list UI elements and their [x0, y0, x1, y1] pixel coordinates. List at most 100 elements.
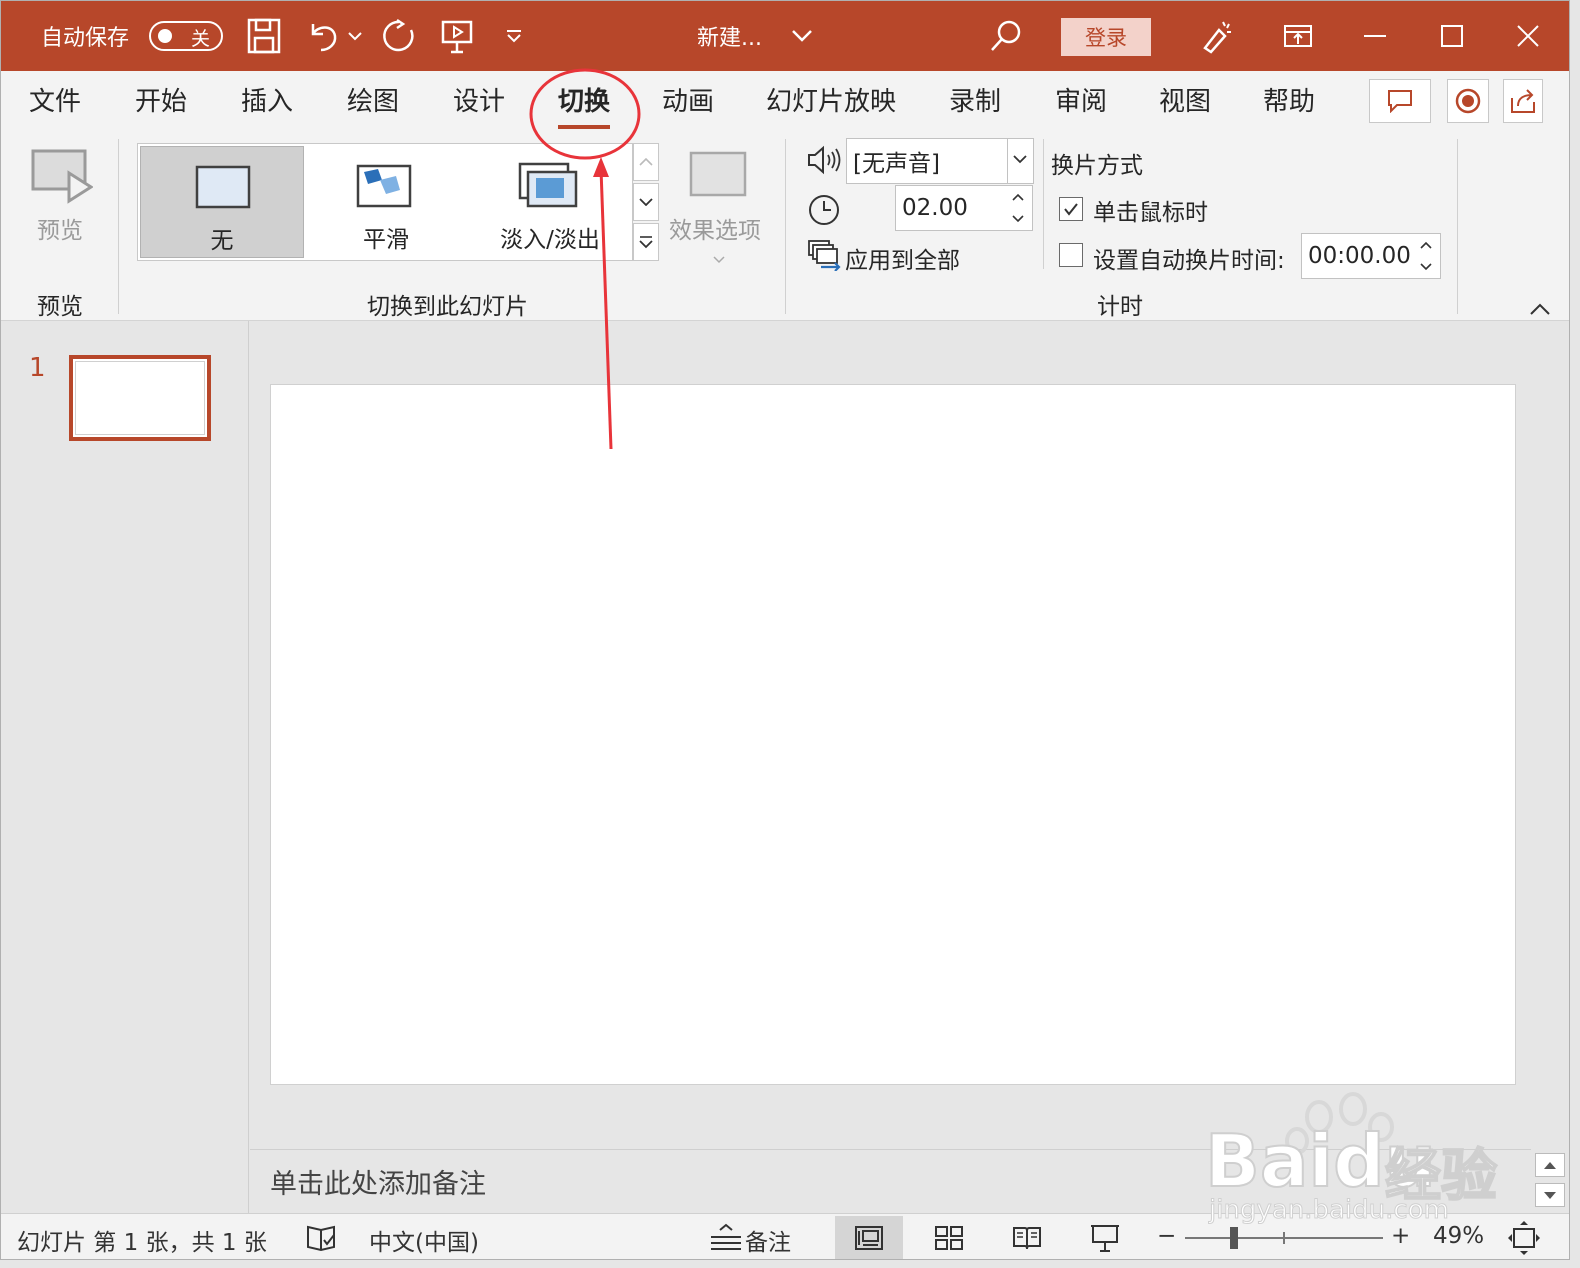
tab-slideshow[interactable]: 幻灯片放映	[766, 81, 896, 121]
after-time-label: 设置自动换片时间:	[1093, 248, 1285, 274]
transition-none[interactable]: 无	[140, 146, 304, 258]
duration-field[interactable]: 02.00	[895, 185, 1033, 231]
preview-group-label: 预览	[37, 294, 83, 320]
zoom-in-button[interactable]: +	[1391, 1223, 1410, 1249]
duration-value: 02.00	[902, 195, 968, 221]
chevron-up-icon	[639, 158, 653, 166]
zoom-level[interactable]: 49%	[1433, 1223, 1484, 1249]
notes-button[interactable]: 备注	[745, 1223, 791, 1257]
gallery-expand[interactable]	[633, 223, 659, 261]
zoom-out-button[interactable]: −	[1157, 1223, 1176, 1249]
present-icon[interactable]	[439, 1, 475, 71]
transition-morph-label: 平滑	[363, 227, 409, 253]
normal-view-icon	[855, 1226, 883, 1250]
gallery-scroll-down[interactable]	[633, 183, 659, 221]
tab-draw[interactable]: 绘图	[347, 81, 399, 121]
gallery-scroll-up[interactable]	[633, 143, 659, 181]
record-button[interactable]	[1447, 79, 1489, 123]
morph-icon	[356, 164, 412, 208]
document-title[interactable]: 新建...	[697, 1, 762, 71]
customize-qat-icon[interactable]	[505, 1, 523, 71]
fit-to-window-icon[interactable]	[1507, 1220, 1541, 1259]
undo-icon[interactable]	[305, 1, 341, 71]
on-click-checkbox[interactable]	[1059, 197, 1083, 221]
fade-icon	[518, 162, 578, 208]
maximize-icon[interactable]	[1441, 1, 1463, 71]
normal-view-button[interactable]	[835, 1216, 903, 1259]
tab-design[interactable]: 设计	[453, 81, 505, 121]
sound-icon	[807, 145, 841, 179]
title-dropdown-icon[interactable]	[791, 1, 813, 71]
collapse-ribbon-icon[interactable]	[1529, 301, 1551, 320]
autosave-toggle[interactable]: 关	[149, 21, 223, 51]
preview-button[interactable]: 预览	[37, 211, 83, 245]
slideshow-icon	[1091, 1225, 1119, 1252]
notes-placeholder: 单击此处添加备注	[270, 1169, 486, 1200]
zoom-slider[interactable]	[1185, 1227, 1383, 1249]
zoom-slider-midpoint	[1283, 1232, 1285, 1244]
login-button[interactable]: 登录	[1061, 18, 1151, 56]
transition-none-label: 无	[210, 228, 234, 254]
after-time-field[interactable]: 00:00.00	[1301, 233, 1441, 279]
on-click-label: 单击鼠标时	[1093, 200, 1208, 226]
search-icon[interactable]	[989, 1, 1023, 71]
editing-area	[250, 321, 1569, 1149]
designer-icon[interactable]	[1199, 1, 1235, 71]
transition-none-icon	[195, 165, 251, 209]
record-icon	[1455, 88, 1481, 114]
reading-view-button[interactable]	[993, 1216, 1061, 1259]
slide-thumbnail[interactable]	[69, 355, 211, 441]
accessibility-icon[interactable]	[305, 1222, 337, 1258]
title-bar: 自动保存 关 新建... 登录	[1, 1, 1569, 71]
notes-icon	[709, 1222, 743, 1256]
clock-icon	[807, 193, 841, 231]
tab-help[interactable]: 帮助	[1263, 81, 1315, 121]
slide-canvas[interactable]	[270, 384, 1516, 1085]
transition-gallery: 无 平滑 淡入/淡出	[137, 143, 633, 261]
tab-animations[interactable]: 动画	[662, 81, 714, 121]
tab-file[interactable]: 文件	[29, 81, 81, 121]
tab-home[interactable]: 开始	[135, 81, 187, 121]
ribbon-tabs: 文件 开始 插入 绘图 设计 切换 动画 幻灯片放映 录制 审阅 视图 帮助	[1, 71, 1569, 129]
share-button[interactable]	[1503, 79, 1543, 123]
tab-review[interactable]: 审阅	[1055, 81, 1107, 121]
zoom-slider-thumb[interactable]	[1229, 1227, 1238, 1249]
divider	[785, 139, 786, 314]
slide-thumbnails-pane: 1	[1, 321, 249, 1213]
tab-transitions[interactable]: 切换	[558, 81, 611, 129]
slide-sorter-button[interactable]	[915, 1216, 983, 1259]
transition-morph[interactable]: 平滑	[304, 146, 468, 258]
share-icon	[1511, 89, 1535, 113]
effect-options-button[interactable]: 效果选项	[669, 211, 761, 245]
minimize-icon[interactable]	[1363, 1, 1387, 71]
tab-view[interactable]: 视图	[1159, 81, 1211, 121]
save-icon[interactable]	[247, 1, 281, 71]
reading-view-icon	[1013, 1227, 1041, 1250]
spinner-icon[interactable]	[1012, 192, 1024, 224]
redo-icon[interactable]	[381, 1, 417, 71]
tab-insert[interactable]: 插入	[241, 81, 293, 121]
after-time-checkbox[interactable]	[1059, 243, 1083, 267]
transition-group-label: 切换到此幻灯片	[367, 294, 528, 320]
comments-button[interactable]	[1369, 79, 1431, 123]
sound-select[interactable]: [无声音]	[846, 138, 1034, 184]
apply-all-button[interactable]: 应用到全部	[845, 241, 960, 275]
transition-fade[interactable]: 淡入/淡出	[468, 146, 632, 258]
autosave-state: 关	[191, 28, 211, 50]
effect-options-icon[interactable]	[689, 151, 747, 197]
after-time-value: 00:00.00	[1308, 243, 1411, 269]
slideshow-view-button[interactable]	[1071, 1216, 1139, 1259]
language-status[interactable]: 中文(中国)	[369, 1223, 479, 1257]
powerpoint-window: 自动保存 关 新建... 登录 文件 开始 插入 绘图 设计 切换 动画 幻灯片…	[0, 0, 1570, 1260]
close-icon[interactable]	[1517, 1, 1539, 71]
ribbon: 预览 预览 无 平滑 淡入/淡出 效果选项 切换到此幻灯片 [无声音] 02.0…	[1, 129, 1569, 321]
undo-dropdown-icon[interactable]	[347, 1, 363, 71]
slide-sorter-icon	[935, 1226, 963, 1250]
divider	[1043, 139, 1044, 269]
spinner-icon[interactable]	[1420, 240, 1432, 272]
preview-icon[interactable]	[29, 147, 94, 207]
divider	[118, 139, 119, 314]
ribbon-display-icon[interactable]	[1283, 1, 1313, 71]
tab-record[interactable]: 录制	[949, 81, 1001, 121]
checkmark-icon	[1064, 203, 1078, 216]
